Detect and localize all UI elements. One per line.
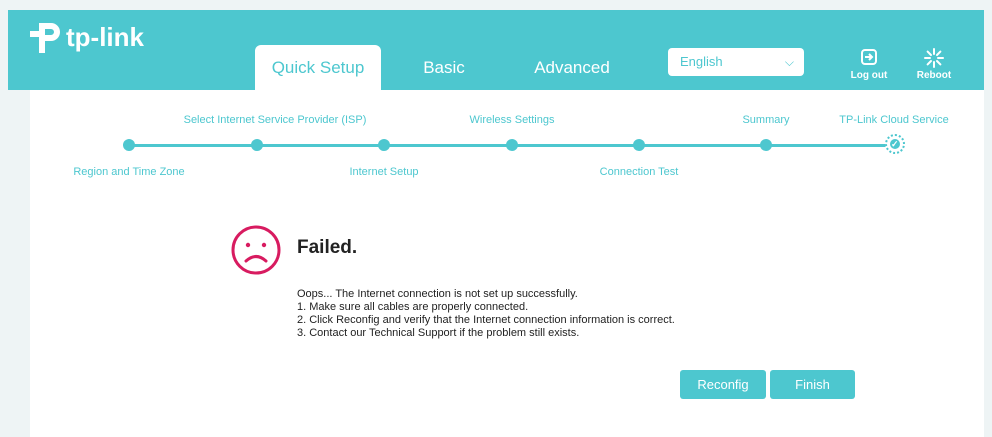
logout-button[interactable]: Log out [844, 48, 894, 81]
tab-quick-setup[interactable]: Quick Setup [255, 45, 381, 90]
message-line: 2. Click Reconfig and verify that the In… [297, 314, 675, 326]
step-dot-internet-setup [378, 139, 390, 151]
chevron-down-icon: ⌵ [784, 55, 794, 69]
step-dot-isp [251, 139, 263, 151]
brand-name: tp-link [66, 22, 144, 52]
step-label-connection-test: Connection Test [599, 166, 679, 178]
logout-label: Log out [850, 70, 888, 81]
message-line: Oops... The Internet connection is not s… [297, 288, 578, 300]
step-dot-summary [760, 139, 772, 151]
tp-link-logo-icon [30, 22, 60, 53]
brand-logo[interactable]: tp-link [30, 22, 144, 53]
step-label-wireless: Wireless Settings [469, 114, 555, 126]
logout-icon [861, 49, 877, 65]
tab-advanced[interactable]: Advanced [507, 45, 637, 90]
top-header: tp-link Quick Setup Basic Advanced Engli… [8, 10, 984, 90]
reconfig-button[interactable]: Reconfig [680, 370, 766, 399]
message-line: 1. Make sure all cables are properly con… [297, 301, 529, 313]
result-title: Failed. [297, 237, 358, 258]
main-content: ✓ Region and Time Zone Select Internet S… [30, 90, 984, 437]
step-label-internet-setup: Internet Setup [349, 166, 419, 178]
reboot-icon [924, 48, 944, 68]
main-tabs: Quick Setup Basic Advanced [255, 45, 637, 90]
finish-button[interactable]: Finish [770, 370, 855, 399]
reboot-button[interactable]: Reboot [909, 48, 959, 81]
check-icon: ✓ [891, 139, 899, 149]
language-value: English [680, 54, 723, 69]
step-dot-region [123, 139, 135, 151]
reboot-label: Reboot [916, 70, 952, 81]
step-dot-wireless [506, 139, 518, 151]
step-label-region: Region and Time Zone [73, 166, 185, 178]
step-label-cloud: TP-Link Cloud Service [839, 114, 949, 126]
step-current-marker: ✓ [885, 134, 905, 154]
result-message: Oops... The Internet connection is not s… [297, 288, 675, 340]
step-dot-connection-test [633, 139, 645, 151]
tab-basic[interactable]: Basic [381, 45, 507, 90]
step-label-isp: Select Internet Service Provider (ISP) [183, 114, 367, 126]
step-label-summary: Summary [742, 114, 790, 126]
language-select[interactable]: English ⌵ [668, 48, 804, 76]
sad-face-icon [230, 224, 282, 281]
message-line: 3. Contact our Technical Support if the … [297, 327, 580, 339]
